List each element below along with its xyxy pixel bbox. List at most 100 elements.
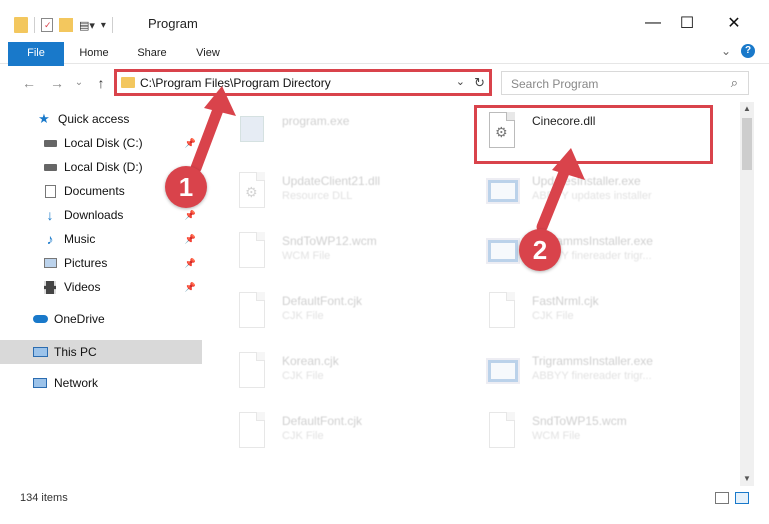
sidebar-item-onedrive[interactable]: OneDrive bbox=[0, 307, 202, 331]
sidebar-item-label: Pictures bbox=[64, 256, 108, 270]
help-icon[interactable]: ? bbox=[741, 44, 755, 58]
maximize-button[interactable]: ☐ bbox=[664, 8, 710, 38]
computer-icon bbox=[32, 344, 48, 360]
star-icon: ★ bbox=[38, 111, 50, 126]
file-item[interactable]: UpdatesInstaller.exe ABBYY updates insta… bbox=[462, 166, 702, 222]
properties-icon[interactable]: ✓ bbox=[41, 18, 53, 32]
step-2-badge: 2 bbox=[519, 229, 561, 271]
file-item[interactable]: Korean.cjk CJK File bbox=[212, 346, 452, 402]
file-name: UpdatesInstaller.exe bbox=[532, 174, 641, 188]
pin-icon[interactable]: 📌 bbox=[185, 210, 196, 221]
tab-share[interactable]: Share bbox=[130, 42, 174, 64]
music-icon: ♪ bbox=[46, 231, 54, 247]
sidebar-item-network[interactable]: Network bbox=[0, 371, 202, 395]
expand-ribbon-icon[interactable]: ⌄ bbox=[721, 44, 731, 58]
pin-icon[interactable]: 📌 bbox=[185, 282, 196, 293]
sidebar-item-label: OneDrive bbox=[54, 312, 105, 326]
sidebar-item-quick-access[interactable]: ★ Quick access bbox=[0, 107, 202, 131]
file-name: TrigrammsInstaller.exe bbox=[532, 354, 653, 368]
scroll-thumb[interactable] bbox=[742, 118, 752, 170]
file-item[interactable]: DefaultFont.cjk CJK File bbox=[212, 286, 452, 342]
sidebar-item-videos[interactable]: Videos 📌 bbox=[0, 275, 202, 299]
file-item[interactable]: program.exe bbox=[212, 106, 452, 162]
file-type: CJK File bbox=[282, 430, 324, 442]
app-icon bbox=[486, 170, 520, 212]
network-icon bbox=[32, 375, 48, 391]
close-button[interactable]: ✕ bbox=[711, 8, 757, 38]
tab-view[interactable]: View bbox=[186, 42, 230, 64]
file-name: DefaultFont.cjk bbox=[282, 294, 363, 308]
item-count: 134 items bbox=[20, 492, 68, 504]
vertical-scrollbar[interactable]: ▲ ▼ bbox=[740, 102, 754, 486]
app-icon bbox=[486, 350, 520, 392]
ribbon-tabs: File Home Share View ⌄ ? bbox=[0, 42, 769, 98]
documents-icon bbox=[42, 183, 58, 199]
file-type: CJK File bbox=[282, 370, 324, 382]
file-icon bbox=[236, 350, 268, 392]
download-icon: ↓ bbox=[46, 207, 54, 223]
pin-icon[interactable]: 📌 bbox=[185, 138, 196, 149]
file-item[interactable]: FastNrml.cjk CJK File bbox=[462, 286, 702, 342]
file-type: Resource DLL bbox=[282, 190, 353, 202]
toolbar-divider bbox=[111, 17, 113, 33]
toolbar-dropdown-icon[interactable]: ▾ bbox=[101, 20, 106, 31]
file-type: CJK File bbox=[532, 310, 574, 322]
address-highlight-box bbox=[114, 69, 492, 96]
title-bar: ✓ ▤▾ ▾ Program — ☐ ✕ bbox=[0, 0, 769, 42]
cloud-icon bbox=[32, 311, 48, 327]
toolbar-divider bbox=[34, 17, 35, 33]
sidebar-item-label: This PC bbox=[54, 345, 97, 359]
search-placeholder: Search Program bbox=[511, 77, 599, 91]
pin-icon[interactable]: 📌 bbox=[185, 258, 196, 269]
window-title: Program bbox=[148, 16, 198, 31]
file-icon bbox=[236, 410, 268, 452]
scroll-up-icon[interactable]: ▲ bbox=[740, 102, 754, 116]
sidebar-item-label: Network bbox=[54, 376, 99, 390]
back-button[interactable]: ← bbox=[20, 74, 38, 92]
sidebar-item-local-disk-c[interactable]: Local Disk (C:) 📌 bbox=[0, 131, 202, 155]
navigation-pane: ★ Quick access Local Disk (C:) 📌 Local D… bbox=[0, 102, 205, 486]
app-icon bbox=[486, 230, 520, 272]
file-type: CJK File bbox=[282, 310, 324, 322]
forward-button[interactable]: → bbox=[48, 74, 66, 92]
file-name: program.exe bbox=[282, 114, 350, 128]
file-item[interactable]: DefaultFont.cjk CJK File bbox=[212, 406, 452, 462]
file-type: WCM File bbox=[532, 430, 581, 442]
sidebar-item-label: Music bbox=[64, 232, 96, 246]
sidebar-item-pictures[interactable]: Pictures 📌 bbox=[0, 251, 202, 275]
customize-toolbar-icon[interactable]: ▤▾ bbox=[79, 19, 95, 32]
sidebar-item-label: Quick access bbox=[58, 112, 130, 126]
sidebar-item-downloads[interactable]: ↓ Downloads 📌 bbox=[0, 203, 202, 227]
file-item[interactable]: SndToWP15.wcm WCM File bbox=[462, 406, 702, 462]
large-icons-view-icon[interactable] bbox=[735, 492, 749, 504]
file-item[interactable]: ⚙ UpdateClient21.dll Resource DLL bbox=[212, 166, 452, 222]
search-icon[interactable]: ⌕ bbox=[731, 75, 738, 91]
file-name: FastNrml.cjk bbox=[532, 294, 599, 308]
up-button[interactable]: ↑ bbox=[92, 74, 110, 92]
recent-locations-button[interactable]: ⌄ bbox=[70, 74, 88, 92]
sidebar-item-music[interactable]: ♪ Music 📌 bbox=[0, 227, 202, 251]
file-item[interactable]: SndToWP12.wcm WCM File bbox=[212, 226, 452, 282]
file-item[interactable]: TrigrammsInstaller.exe ABBYY finereader … bbox=[462, 226, 702, 282]
file-icon bbox=[236, 290, 268, 332]
step-1-badge: 1 bbox=[165, 166, 207, 208]
new-folder-icon[interactable] bbox=[59, 18, 73, 32]
tab-home[interactable]: Home bbox=[72, 42, 116, 64]
setup-icon bbox=[236, 110, 268, 152]
file-name: DefaultFont.cjk bbox=[282, 414, 363, 428]
file-highlight-box bbox=[474, 105, 713, 164]
file-type: WCM File bbox=[282, 250, 331, 262]
drive-icon bbox=[42, 135, 58, 151]
drive-icon bbox=[42, 159, 58, 175]
details-view-icon[interactable] bbox=[715, 492, 729, 504]
sidebar-item-label: Local Disk (D:) bbox=[64, 160, 143, 174]
file-name: UpdateClient21.dll bbox=[282, 174, 381, 188]
search-input[interactable]: Search Program ⌕ bbox=[501, 71, 749, 95]
sidebar-item-this-pc[interactable]: This PC bbox=[0, 340, 202, 364]
sidebar-item-label: Local Disk (C:) bbox=[64, 136, 143, 150]
pin-icon[interactable]: 📌 bbox=[185, 234, 196, 245]
file-item[interactable]: TrigrammsInstaller.exe ABBYY finereader … bbox=[462, 346, 702, 402]
folder-icon bbox=[14, 17, 28, 33]
scroll-down-icon[interactable]: ▼ bbox=[740, 472, 754, 486]
file-type: ABBYY finereader trigr... bbox=[532, 370, 652, 382]
